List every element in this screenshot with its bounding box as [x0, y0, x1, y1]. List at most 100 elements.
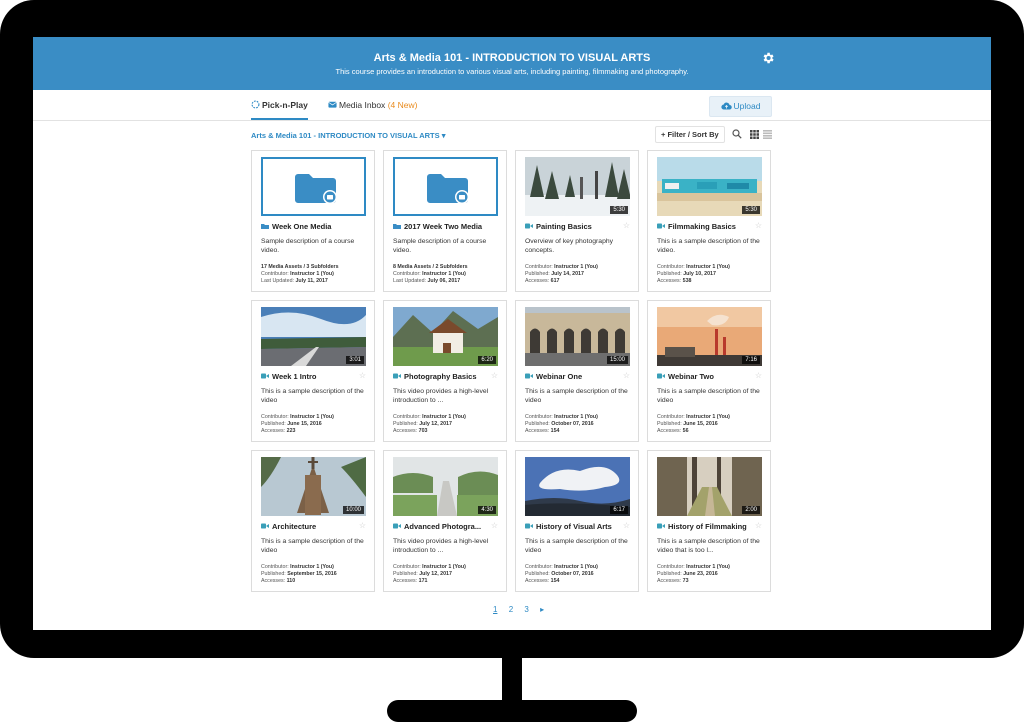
card-title-text: Architecture	[272, 522, 317, 531]
favorite-star-icon[interactable]: ☆	[623, 521, 630, 530]
folder-card[interactable]: Week One Media Sample description of a co…	[251, 150, 375, 292]
card-metadata: Contributor: Instructor 1 (You) Publishe…	[393, 564, 503, 585]
video-thumbnail[interactable]: 6:17	[525, 457, 630, 516]
video-card[interactable]: 5:30 Painting Basics ☆ Overview of key phot…	[515, 150, 639, 292]
course-breadcrumb[interactable]: Arts & Media 101 - INTRODUCTION TO VISUA…	[251, 131, 445, 140]
video-thumbnail[interactable]: 15:00	[525, 307, 630, 366]
accesses-value: 171	[418, 578, 428, 584]
card-description: Sample description of a course video.	[261, 238, 355, 254]
contributor-value: Instructor 1 (You)	[554, 564, 598, 570]
page-2-link[interactable]: 2	[509, 605, 513, 614]
published-label: Published:	[525, 571, 550, 577]
published-label: Published:	[525, 421, 550, 427]
card-title[interactable]: Week 1 Intro	[261, 372, 357, 381]
accesses-value: 56	[682, 428, 689, 434]
card-title[interactable]: History of Visual Arts	[525, 522, 621, 531]
card-title[interactable]: Webinar Two	[657, 372, 753, 381]
contributor-value: Instructor 1 (You)	[686, 564, 730, 570]
video-thumbnail[interactable]: 4:30	[393, 457, 498, 516]
published-label: Published:	[261, 421, 286, 427]
last-updated-label: Last Updated:	[261, 278, 294, 284]
card-metadata: Contributor: Instructor 1 (You) Publishe…	[525, 414, 635, 435]
search-icon[interactable]	[732, 129, 742, 139]
favorite-star-icon[interactable]: ☆	[359, 371, 366, 380]
page-1-link[interactable]: 1	[493, 605, 497, 614]
folder-thumbnail[interactable]	[393, 157, 498, 216]
folder-icon	[427, 174, 469, 204]
video-thumbnail[interactable]: 5:30	[657, 157, 762, 216]
filter-sort-button[interactable]: + Filter / Sort By	[655, 126, 725, 143]
contributor-value: Instructor 1 (You)	[290, 271, 334, 277]
favorite-star-icon[interactable]: ☆	[359, 521, 366, 530]
published-label: Published:	[657, 271, 682, 277]
card-title[interactable]: Painting Basics	[525, 222, 621, 231]
video-thumbnail[interactable]: 5:30	[525, 157, 630, 216]
card-title[interactable]: Week One Media	[261, 222, 357, 231]
published-value: July 12, 2017	[419, 571, 452, 577]
favorite-star-icon[interactable]: ☆	[623, 221, 630, 230]
contributor-value: Instructor 1 (You)	[422, 271, 466, 277]
card-title[interactable]: History of Filmmaking	[657, 522, 753, 531]
video-thumbnail[interactable]: 7:16	[657, 307, 762, 366]
card-title[interactable]: 2017 Week Two Media	[393, 222, 489, 231]
video-card[interactable]: 3:01 Week 1 Intro ☆ This is a sample descri…	[251, 300, 375, 442]
favorite-star-icon[interactable]: ☆	[755, 371, 762, 380]
video-card[interactable]: 2:00 History of Filmmaking ☆ This is a samp…	[647, 450, 771, 592]
accesses-label: Accesses:	[261, 578, 286, 584]
video-card[interactable]: 4:30 Advanced Photogra... ☆ This video prov…	[383, 450, 507, 592]
grid-view-icon[interactable]	[750, 130, 759, 139]
duration-badge: 2:00	[742, 506, 760, 514]
video-card[interactable]: 6:20 Photography Basics ☆ This video provid…	[383, 300, 507, 442]
gear-icon[interactable]	[761, 51, 775, 65]
contributor-label: Contributor:	[525, 564, 553, 570]
video-thumbnail[interactable]: 2:00	[657, 457, 762, 516]
page-3-link[interactable]: 3	[524, 605, 528, 614]
tab-pick-n-play[interactable]: Pick-n-Play	[251, 100, 308, 120]
accesses-value: 538	[682, 278, 692, 284]
favorite-star-icon[interactable]: ☆	[623, 371, 630, 380]
list-view-icon[interactable]	[763, 130, 772, 139]
video-camera-icon	[393, 373, 401, 379]
video-card[interactable]: 7:16 Webinar Two ☆ This is a sample descrip…	[647, 300, 771, 442]
video-card[interactable]: 10:00 Architecture ☆ This is a sample descr…	[251, 450, 375, 592]
card-title-text: History of Visual Arts	[536, 522, 612, 531]
card-title[interactable]: Architecture	[261, 522, 357, 531]
duration-badge: 7:16	[742, 356, 760, 364]
card-title[interactable]: Advanced Photogra...	[393, 522, 489, 531]
accesses-label: Accesses:	[393, 578, 418, 584]
card-description: This is a sample description of the vide…	[261, 388, 364, 404]
contributor-value: Instructor 1 (You)	[422, 564, 466, 570]
upload-button[interactable]: Upload	[709, 96, 772, 117]
favorite-star-icon[interactable]: ☆	[491, 521, 498, 530]
folder-card[interactable]: 2017 Week Two Media Sample description of…	[383, 150, 507, 292]
accesses-label: Accesses:	[657, 278, 682, 284]
card-metadata: Contributor: Instructor 1 (You) Publishe…	[525, 264, 635, 285]
app-screen: Arts & Media 101 - INTRODUCTION TO VISUA…	[33, 37, 991, 630]
toolbar-row: Arts & Media 101 - INTRODUCTION TO VISUA…	[251, 126, 773, 143]
video-card[interactable]: 15:00 Webinar One ☆ This is a sample descri…	[515, 300, 639, 442]
card-title-text: Webinar One	[536, 372, 583, 381]
accesses-label: Accesses:	[525, 578, 550, 584]
video-card[interactable]: 6:17 History of Visual Arts ☆ This is a sam…	[515, 450, 639, 592]
accesses-label: Accesses:	[261, 428, 286, 434]
published-label: Published:	[393, 421, 418, 427]
favorite-star-icon[interactable]: ☆	[491, 371, 498, 380]
card-title-text: Week 1 Intro	[272, 372, 317, 381]
card-title[interactable]: Filmmaking Basics	[657, 222, 753, 231]
card-metadata: Contributor: Instructor 1 (You) Publishe…	[657, 564, 767, 585]
card-title[interactable]: Webinar One	[525, 372, 621, 381]
card-title[interactable]: Photography Basics	[393, 372, 489, 381]
video-thumbnail[interactable]: 10:00	[261, 457, 366, 516]
favorite-star-icon[interactable]: ☆	[755, 221, 762, 230]
video-thumbnail[interactable]: 3:01	[261, 307, 366, 366]
next-page-arrow-icon[interactable]: ▸	[540, 605, 544, 614]
video-card[interactable]: 5:30 Filmmaking Basics ☆ This is a sample d…	[647, 150, 771, 292]
contributor-label: Contributor:	[261, 564, 289, 570]
folder-thumbnail[interactable]	[261, 157, 366, 216]
tab-media-inbox[interactable]: Media Inbox (4 New)	[328, 100, 417, 118]
favorite-star-icon[interactable]: ☆	[755, 521, 762, 530]
duration-badge: 5:30	[610, 206, 628, 214]
card-title-text: History of Filmmaking	[668, 522, 747, 531]
video-thumbnail[interactable]: 6:20	[393, 307, 498, 366]
pick-n-play-icon	[251, 100, 260, 109]
